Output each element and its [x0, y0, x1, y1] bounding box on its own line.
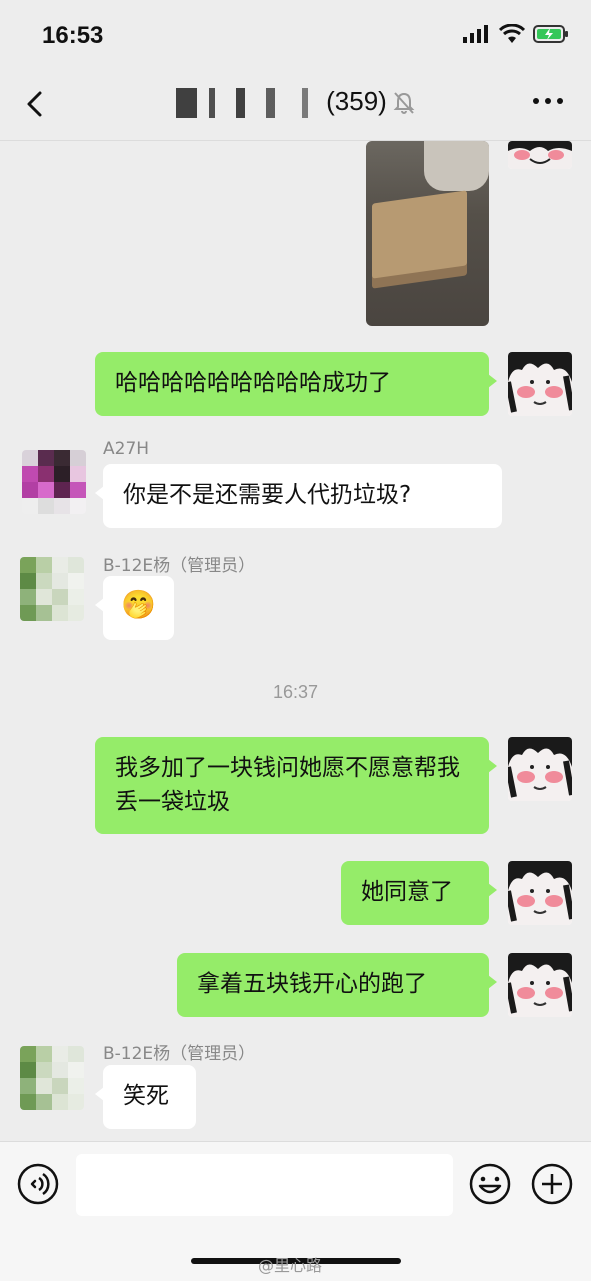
self-message-bubble[interactable]: 哈哈哈哈哈哈哈哈哈成功了 [95, 352, 497, 416]
member-avatar[interactable] [22, 450, 86, 514]
self-avatar[interactable] [508, 861, 572, 925]
self-message-bubble[interactable]: 她同意了 [341, 861, 497, 925]
self-avatar[interactable] [508, 141, 572, 169]
more-dots-icon[interactable] [533, 98, 563, 104]
emoji-message-bubble[interactable]: 🤭 [95, 576, 174, 640]
self-avatar[interactable] [508, 953, 572, 1017]
timestamp: 16:37 [272, 682, 319, 702]
self-avatar[interactable] [508, 352, 572, 416]
chat-title: (359) [0, 86, 591, 119]
sender-name: B-12E杨（管理员） [103, 556, 256, 576]
message-list: 哈哈哈哈哈哈哈哈哈成功了 A27H 你是不是还需要人代扔垃圾? B-12E杨（管… [0, 141, 591, 1141]
wifi-icon [499, 24, 525, 43]
status-icons [463, 24, 569, 44]
message-input[interactable] [76, 1154, 453, 1216]
signal-icon [463, 25, 488, 43]
self-message-bubble[interactable]: 拿着五块钱开心的跑了 [177, 953, 497, 1017]
plus-icon[interactable] [530, 1162, 574, 1206]
mute-bell-icon [393, 92, 415, 115]
member-avatar[interactable] [20, 557, 84, 621]
status-time: 16:53 [42, 22, 104, 49]
self-message-bubble[interactable]: 我多加了一块钱问她愿不愿意帮我丢一袋垃圾 [95, 737, 497, 834]
status-bar: 16:53 [0, 0, 591, 68]
voice-input-icon[interactable] [16, 1162, 60, 1206]
self-avatar[interactable] [508, 737, 572, 801]
member-count: (359) [326, 86, 387, 116]
sender-name: B-12E杨（管理员） [103, 1044, 256, 1064]
member-avatar[interactable] [20, 1046, 84, 1110]
mosaic-group-name [176, 88, 327, 119]
watermark: @里心路 [258, 1256, 323, 1275]
sender-name: A27H [103, 439, 150, 459]
member-message-bubble[interactable]: 你是不是还需要人代扔垃圾? [95, 464, 502, 528]
image-message[interactable] [366, 141, 489, 326]
member-message-bubble[interactable]: 笑死 [95, 1065, 196, 1129]
battery-charging-icon [533, 25, 568, 43]
chat-header: (359) [0, 68, 591, 141]
emoji-icon[interactable] [468, 1162, 512, 1206]
